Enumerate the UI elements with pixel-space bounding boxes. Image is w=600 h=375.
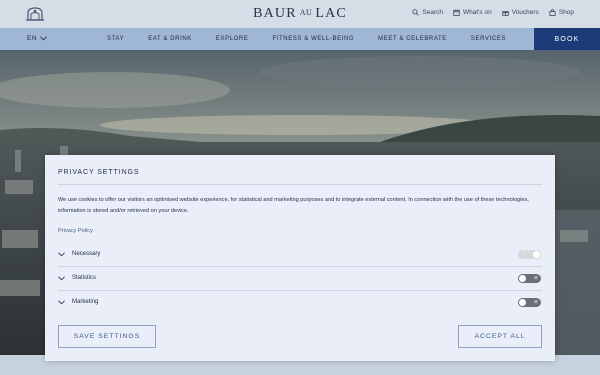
- brand-word-right: LAC: [315, 6, 347, 21]
- statistics-toggle[interactable]: ×: [518, 274, 541, 283]
- utility-nav: Search What's on Vouchers Shop: [412, 9, 574, 16]
- nav-item-meet-celebrate[interactable]: MEET & CELEBRATE: [378, 36, 447, 42]
- utility-whats-on[interactable]: What's on: [453, 9, 492, 16]
- utility-shop-label: Shop: [558, 9, 574, 16]
- language-label: EN: [27, 35, 38, 42]
- utility-vouchers[interactable]: Vouchers: [502, 9, 539, 16]
- chevron-down-icon: [40, 36, 48, 41]
- chevron-down-icon[interactable]: [58, 252, 65, 257]
- brand-word-left: BAUR: [253, 6, 297, 21]
- x-icon: ×: [533, 274, 538, 282]
- dialog-description: We use cookies to offer our visitors an …: [58, 197, 529, 214]
- x-icon: ×: [533, 298, 538, 306]
- category-row-statistics[interactable]: Statistics ×: [58, 267, 542, 291]
- accept-all-button[interactable]: ACCEPT ALL: [458, 325, 542, 348]
- check-icon: ✓: [522, 251, 528, 257]
- nav-items: STAY EAT & DRINK EXPLORE FITNESS & WELL-…: [107, 36, 530, 42]
- chevron-down-icon[interactable]: [58, 300, 65, 305]
- utility-search-label: Search: [422, 9, 443, 16]
- dialog-divider: [58, 184, 542, 185]
- brand-word-mid: AU: [299, 8, 313, 17]
- main-nav: EN STAY EAT & DRINK EXPLORE FITNESS & WE…: [0, 28, 600, 50]
- category-row-marketing[interactable]: Marketing ×: [58, 291, 542, 315]
- save-settings-button[interactable]: SAVE SETTINGS: [58, 325, 156, 348]
- utility-whats-on-label: What's on: [463, 9, 492, 16]
- utility-vouchers-label: Vouchers: [511, 9, 539, 16]
- top-header: BAUR AU LAC Search What's on Vouchers Shop: [0, 0, 600, 28]
- utility-shop[interactable]: Shop: [549, 9, 574, 16]
- privacy-policy-link[interactable]: Privacy Policy: [58, 228, 93, 234]
- nav-item-stay[interactable]: STAY: [107, 36, 124, 42]
- category-label: Necessary: [72, 251, 101, 257]
- category-row-necessary[interactable]: Necessary ✓: [58, 243, 542, 267]
- necessary-toggle: ✓: [518, 250, 541, 259]
- dialog-title: PRIVACY SETTINGS: [58, 169, 140, 176]
- nav-item-services[interactable]: SERVICES: [471, 36, 506, 42]
- category-label: Statistics: [72, 275, 97, 281]
- utility-search[interactable]: Search: [412, 9, 443, 16]
- nav-item-fitness[interactable]: FITNESS & WELL-BEING: [272, 36, 354, 42]
- privacy-settings-dialog: PRIVACY SETTINGS We use cookies to offer…: [45, 155, 555, 361]
- calendar-icon: [453, 9, 460, 16]
- book-button[interactable]: BOOK: [534, 28, 600, 50]
- bag-icon: [549, 9, 556, 16]
- search-icon: [412, 9, 420, 16]
- marketing-toggle[interactable]: ×: [518, 298, 541, 307]
- nav-item-explore[interactable]: EXPLORE: [216, 36, 249, 42]
- language-selector[interactable]: EN: [27, 35, 48, 42]
- nav-item-eat-drink[interactable]: EAT & DRINK: [148, 36, 192, 42]
- category-label: Marketing: [72, 299, 99, 305]
- chevron-down-icon[interactable]: [58, 276, 65, 281]
- gift-icon: [502, 11, 509, 16]
